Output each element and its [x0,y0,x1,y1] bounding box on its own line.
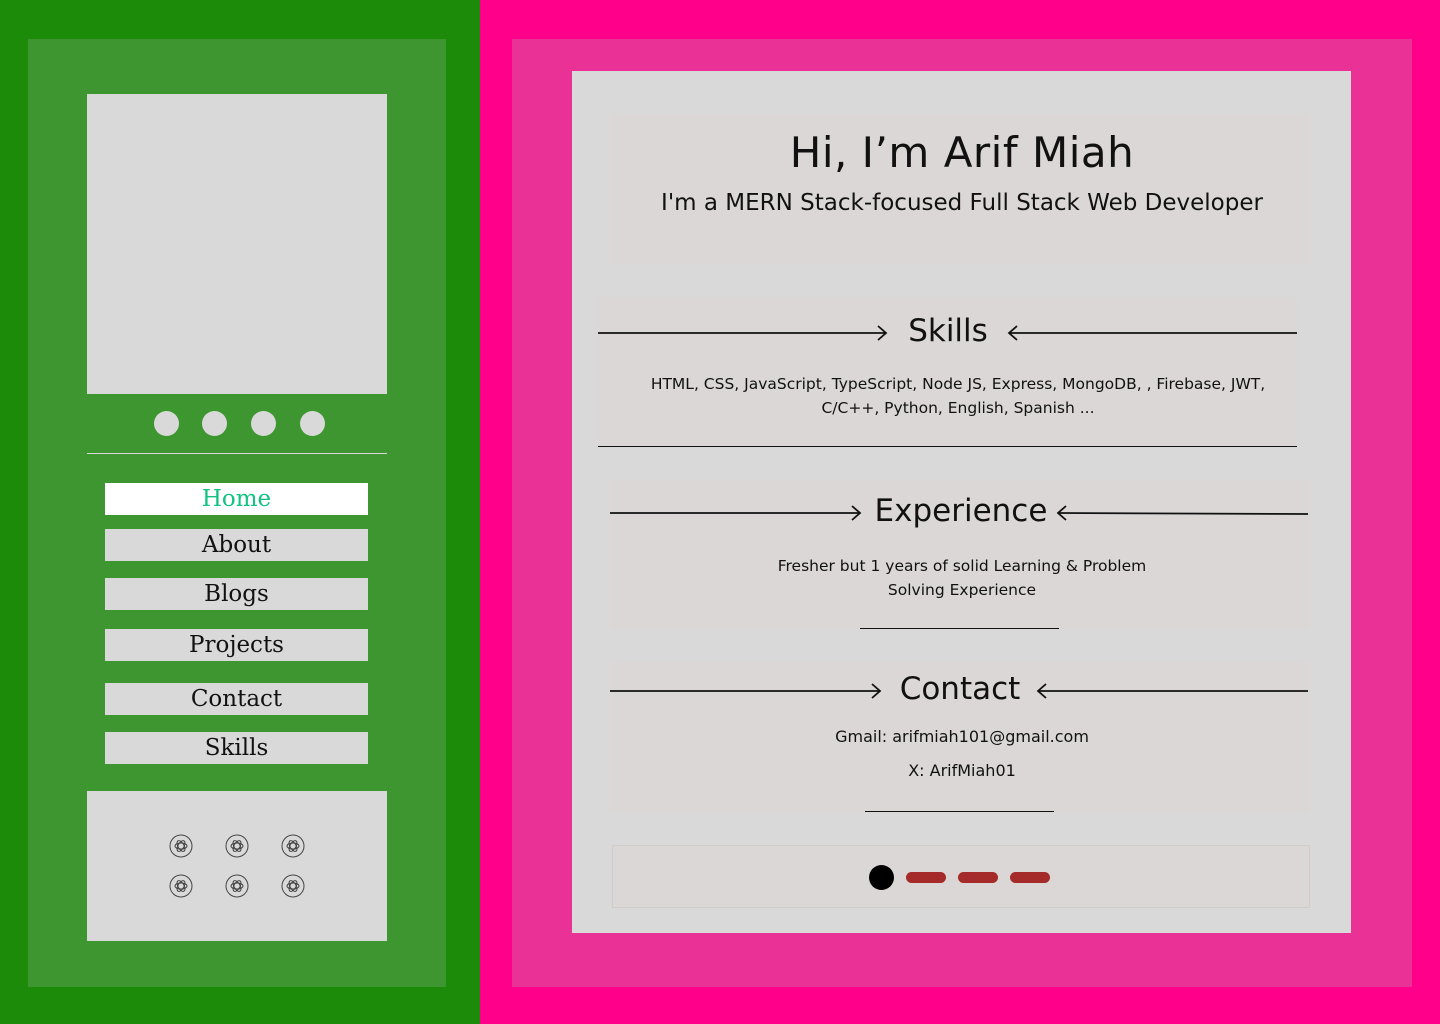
hero-subtitle: I'm a MERN Stack-focused Full Stack Web … [661,190,1263,216]
section-divider [598,446,1297,447]
nav-blogs[interactable]: Blogs [105,578,368,610]
nav-home[interactable]: Home [105,483,368,515]
pagination-dash[interactable] [958,872,998,883]
arrow-left-icon [1056,505,1309,521]
arrow-right-icon [598,325,888,341]
arrow-right-icon [610,683,882,699]
hero-title: Hi, I’m Arif Miah [789,128,1135,177]
skills-text-line: C/C++, Python, English, Spanish ... [821,399,1095,417]
contact-x[interactable]: X: ArifMiah01 [610,759,1314,783]
contact-title: Contact [899,671,1021,707]
indicator-dot[interactable] [202,411,227,436]
pagination-dash[interactable] [1010,872,1050,883]
section-divider [865,811,1054,812]
openai-knot-icon[interactable] [225,834,249,858]
experience-text-line: Solving Experience [887,581,1037,599]
indicator-dot[interactable] [154,411,179,436]
nav-contact[interactable]: Contact [105,683,368,715]
openai-knot-icon[interactable] [281,874,305,898]
nav-about[interactable]: About [105,529,368,561]
arrow-right-icon [610,505,862,521]
openai-knot-icon[interactable] [169,874,193,898]
sidebar-divider [87,453,387,454]
pagination-dash[interactable] [906,872,946,883]
skills-title: Skills [908,313,988,349]
experience-title: Experience [874,493,1048,529]
skills-text-line: HTML, CSS, JavaScript, TypeScript, Node … [650,375,1266,393]
contact-gmail[interactable]: Gmail: arifmiah101@gmail.com [610,725,1314,749]
social-links-box [87,791,387,941]
arrow-left-icon [1036,683,1308,699]
experience-text-line: Fresher but 1 years of solid Learning & … [777,557,1147,575]
arrow-left-icon [1007,325,1297,341]
nav-projects[interactable]: Projects [105,629,368,661]
section-divider [860,628,1059,629]
openai-knot-icon[interactable] [225,874,249,898]
openai-knot-icon[interactable] [281,834,305,858]
nav-skills[interactable]: Skills [105,732,368,764]
indicator-dot[interactable] [300,411,325,436]
profile-image-placeholder [87,94,387,394]
pagination-active-dot[interactable] [869,865,894,890]
openai-knot-icon[interactable] [169,834,193,858]
indicator-dot[interactable] [251,411,276,436]
